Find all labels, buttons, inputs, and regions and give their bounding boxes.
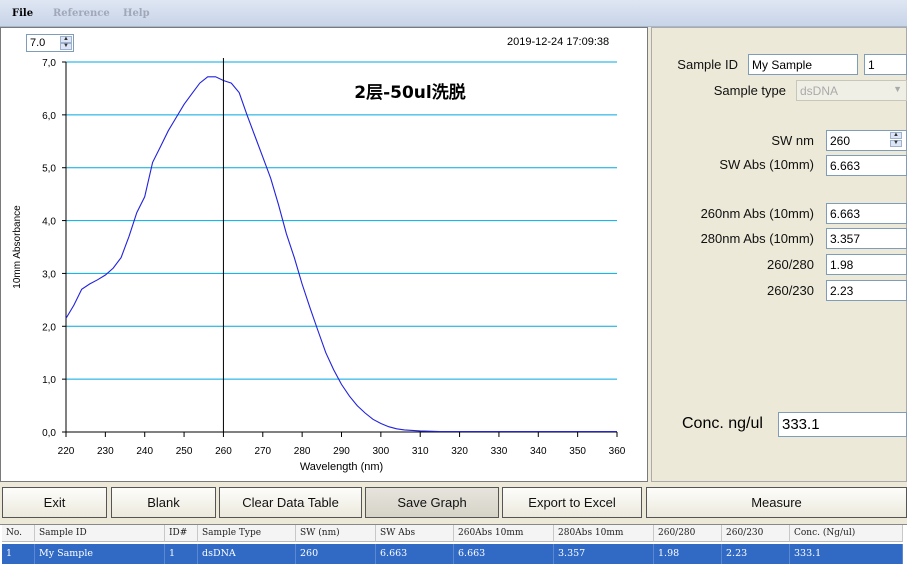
menu-file[interactable]: File [12, 8, 33, 19]
sw-nm-value: 260 [830, 134, 851, 148]
sw-abs-field[interactable]: 6.663 [826, 155, 907, 176]
ratio-260-230-field[interactable]: 2.23 [826, 280, 907, 301]
y-tick-label: 4,0 [42, 217, 56, 228]
y-tick-label: 5,0 [42, 164, 56, 175]
chart-grid [66, 61, 617, 380]
table-cell-sw-abs[interactable]: 6.663 [376, 544, 454, 564]
x-tick-label: 270 [254, 446, 271, 457]
blank-button[interactable]: Blank [111, 487, 216, 518]
x-tick-label: 350 [569, 446, 586, 457]
zoom-value: 7.0 [30, 37, 46, 49]
table-cell-sample-id[interactable]: My Sample [35, 544, 165, 564]
y-tick-label: 3,0 [42, 269, 56, 280]
table-header-sw-abs[interactable]: SW Abs [376, 525, 454, 542]
y-axis-label: 10mm Absorbance [12, 205, 23, 289]
table-header-280abs[interactable]: 280Abs 10mm [554, 525, 654, 542]
sample-type-value: dsDNA [800, 84, 839, 98]
x-tick-label: 310 [412, 446, 429, 457]
table-header-sample-type[interactable]: Sample Type [198, 525, 296, 542]
x-tick-label: 290 [333, 446, 350, 457]
abs260-field[interactable]: 6.663 [826, 203, 907, 224]
x-tick-label: 320 [451, 446, 468, 457]
menu-bar: File Reference Help [0, 0, 907, 27]
table-cell-id-num[interactable]: 1 [165, 544, 198, 564]
sample-type-label: Sample type [713, 83, 786, 98]
sample-number-input[interactable]: 1 [864, 54, 907, 75]
x-tick-label: 330 [491, 446, 508, 457]
exit-button[interactable]: Exit [2, 487, 107, 518]
clear-data-table-button[interactable]: Clear Data Table [219, 487, 362, 518]
y-tick-label: 7,0 [42, 58, 56, 69]
table-header-260abs[interactable]: 260Abs 10mm [454, 525, 554, 542]
sample-id-input[interactable]: My Sample [748, 54, 858, 75]
concentration-field[interactable]: 333.1 [778, 412, 907, 437]
ratio-260-280-label: 260/280 [767, 257, 814, 272]
absorbance-chart: 220 230 240 250 260 270 280 290 300 310 320 330 340 3… [12, 58, 626, 473]
spin-down-icon[interactable]: ▼ [890, 140, 902, 147]
chevron-down-icon: ▼ [893, 84, 902, 94]
table-cell-no[interactable]: 1 [2, 544, 35, 564]
table-header-conc[interactable]: Conc. (Ng/ul) [790, 525, 903, 542]
x-tick-label: 300 [373, 446, 390, 457]
table-header-id-num[interactable]: ID# [165, 525, 198, 542]
sample-id-label: Sample ID [677, 57, 738, 72]
y-tick-label: 0,0 [42, 428, 56, 439]
x-tick-label: 220 [58, 446, 75, 457]
export-to-excel-button[interactable]: Export to Excel [502, 487, 642, 518]
spin-down-icon[interactable]: ▼ [60, 43, 72, 50]
abs280-label: 280nm Abs (10mm) [700, 231, 814, 246]
sample-type-select: dsDNA ▼ [796, 80, 907, 101]
graph-timestamp: 2019-12-24 17:09:38 [507, 36, 610, 48]
abs260-label: 260nm Abs (10mm) [700, 206, 814, 221]
sw-nm-stepper[interactable]: 260 ▲ ▼ [826, 130, 907, 151]
save-graph-button[interactable]: Save Graph [365, 487, 499, 518]
table-cell-conc[interactable]: 333.1 [790, 544, 903, 564]
ratio-260-230-label: 260/230 [767, 283, 814, 298]
x-tick-label: 280 [294, 446, 311, 457]
x-tick-label: 340 [530, 446, 547, 457]
y-tick-label: 1,0 [42, 375, 56, 386]
spin-up-icon[interactable]: ▲ [60, 36, 72, 43]
table-header-no[interactable]: No. [2, 525, 35, 542]
spin-up-icon[interactable]: ▲ [890, 132, 902, 139]
concentration-label: Conc. ng/ul [682, 415, 763, 432]
sw-nm-label: SW nm [771, 133, 814, 148]
y-tick-label: 2,0 [42, 322, 56, 333]
table-header-sw-nm[interactable]: SW (nm) [296, 525, 376, 542]
ratio-260-280-field[interactable]: 1.98 [826, 254, 907, 275]
sw-abs-label: SW Abs (10mm) [719, 157, 814, 172]
graph-annotation: 2层-50ul洗脱 [354, 82, 465, 103]
x-tick-label: 230 [97, 446, 114, 457]
table-cell-260-230[interactable]: 2.23 [722, 544, 790, 564]
measure-button[interactable]: Measure [646, 487, 907, 518]
table-cell-280abs[interactable]: 3.357 [554, 544, 654, 564]
menu-reference[interactable]: Reference [53, 8, 110, 19]
table-header-260-280[interactable]: 260/280 [654, 525, 722, 542]
x-axis-label: Wavelength (nm) [300, 461, 383, 473]
x-tick-labels: 220 230 240 250 260 270 280 290 300 310 320 330 340 3… [58, 432, 626, 457]
x-tick-label: 250 [176, 446, 193, 457]
table-header-260-230[interactable]: 260/230 [722, 525, 790, 542]
abs280-field[interactable]: 3.357 [826, 228, 907, 249]
table-header-sample-id[interactable]: Sample ID [35, 525, 165, 542]
menu-help[interactable]: Help [123, 8, 150, 19]
table-cell-260-280[interactable]: 1.98 [654, 544, 722, 564]
table-cell-sample-type[interactable]: dsDNA [198, 544, 296, 564]
x-tick-label: 360 [609, 446, 626, 457]
table-cell-sw-nm[interactable]: 260 [296, 544, 376, 564]
x-tick-label: 260 [215, 446, 232, 457]
x-tick-label: 240 [136, 446, 153, 457]
table-cell-260abs[interactable]: 6.663 [454, 544, 554, 564]
absorbance-series-line [65, 76, 617, 433]
y-tick-label: 6,0 [42, 111, 56, 122]
y-tick-labels: 0,0 1,0 2,0 3,0 4,0 5,0 6,0 7,0 [42, 58, 66, 439]
